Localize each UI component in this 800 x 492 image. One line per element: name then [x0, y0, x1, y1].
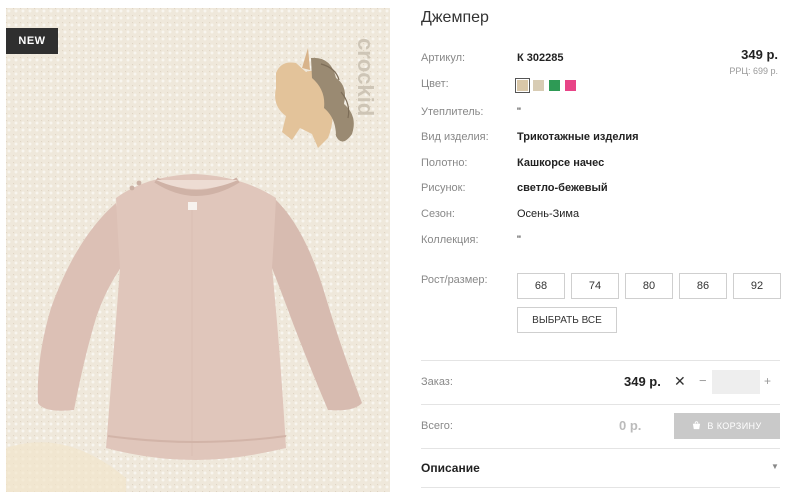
- attr-value: К 302285: [517, 52, 564, 64]
- order-unit-price: 349 р.: [624, 374, 661, 389]
- select-all-sizes-button[interactable]: ВЫБРАТЬ ВСЕ: [517, 307, 617, 333]
- product-photo-illustration: crockid: [6, 38, 378, 492]
- chevron-down-icon[interactable]: ▼: [771, 462, 779, 471]
- quantity-input[interactable]: [712, 370, 760, 394]
- color-swatches: [515, 78, 576, 93]
- toy-unicorn: [275, 48, 354, 148]
- divider: [421, 360, 780, 361]
- color-swatch[interactable]: [533, 80, 544, 91]
- brand-watermark: crockid: [353, 38, 378, 116]
- attr-label: Рисунок:: [421, 182, 466, 194]
- attr-value: ": [517, 106, 521, 118]
- size-option-80[interactable]: 80: [625, 273, 673, 299]
- attr-value: Осень-Зима: [517, 208, 580, 220]
- product-image[interactable]: crockid NEW: [6, 8, 390, 492]
- total-label: Всего:: [421, 420, 453, 432]
- attr-label: Сезон:: [421, 208, 455, 220]
- divider: [421, 448, 780, 449]
- attr-value: светло-бежевый: [517, 182, 608, 194]
- new-badge: NEW: [6, 28, 58, 54]
- attr-label: Артикул:: [421, 52, 466, 64]
- divider: [421, 404, 780, 405]
- attr-label: Цвет:: [421, 78, 449, 90]
- order-label: Заказ:: [421, 376, 453, 388]
- product-title: Джемпер: [421, 9, 489, 26]
- description-toggle[interactable]: Описание: [421, 461, 480, 475]
- product-price: 349 р.: [741, 47, 778, 62]
- color-swatch[interactable]: [549, 80, 560, 91]
- attr-label: Коллекция:: [421, 234, 479, 246]
- recommended-price: РРЦ: 699 р.: [729, 66, 778, 76]
- cart-icon: [692, 420, 701, 432]
- attr-label: Полотно:: [421, 157, 468, 169]
- total-value: 0 р.: [619, 418, 642, 433]
- attr-value: Кашкорсе начес: [517, 157, 605, 169]
- size-option-68[interactable]: 68: [517, 273, 565, 299]
- decrease-quantity-button[interactable]: −: [699, 373, 707, 388]
- increase-quantity-button[interactable]: +: [764, 374, 771, 388]
- attr-label: Утеплитель:: [421, 106, 484, 118]
- size-option-74[interactable]: 74: [571, 273, 619, 299]
- size-option-86[interactable]: 86: [679, 273, 727, 299]
- size-options: 68 74 80 86 92: [517, 273, 781, 299]
- add-to-cart-button[interactable]: В КОРЗИНУ: [674, 413, 780, 439]
- size-option-92[interactable]: 92: [733, 273, 781, 299]
- sizes-label: Рост/размер:: [421, 274, 488, 286]
- color-swatch[interactable]: [515, 78, 530, 93]
- attr-label: Вид изделия:: [421, 131, 489, 143]
- attr-value: Трикотажные изделия: [517, 131, 639, 143]
- color-swatch[interactable]: [565, 80, 576, 91]
- attr-value: ": [517, 234, 521, 246]
- sweater: [37, 174, 362, 460]
- add-to-cart-label: В КОРЗИНУ: [707, 421, 762, 431]
- multiply-icon: ✕: [674, 373, 686, 389]
- divider: [421, 487, 780, 488]
